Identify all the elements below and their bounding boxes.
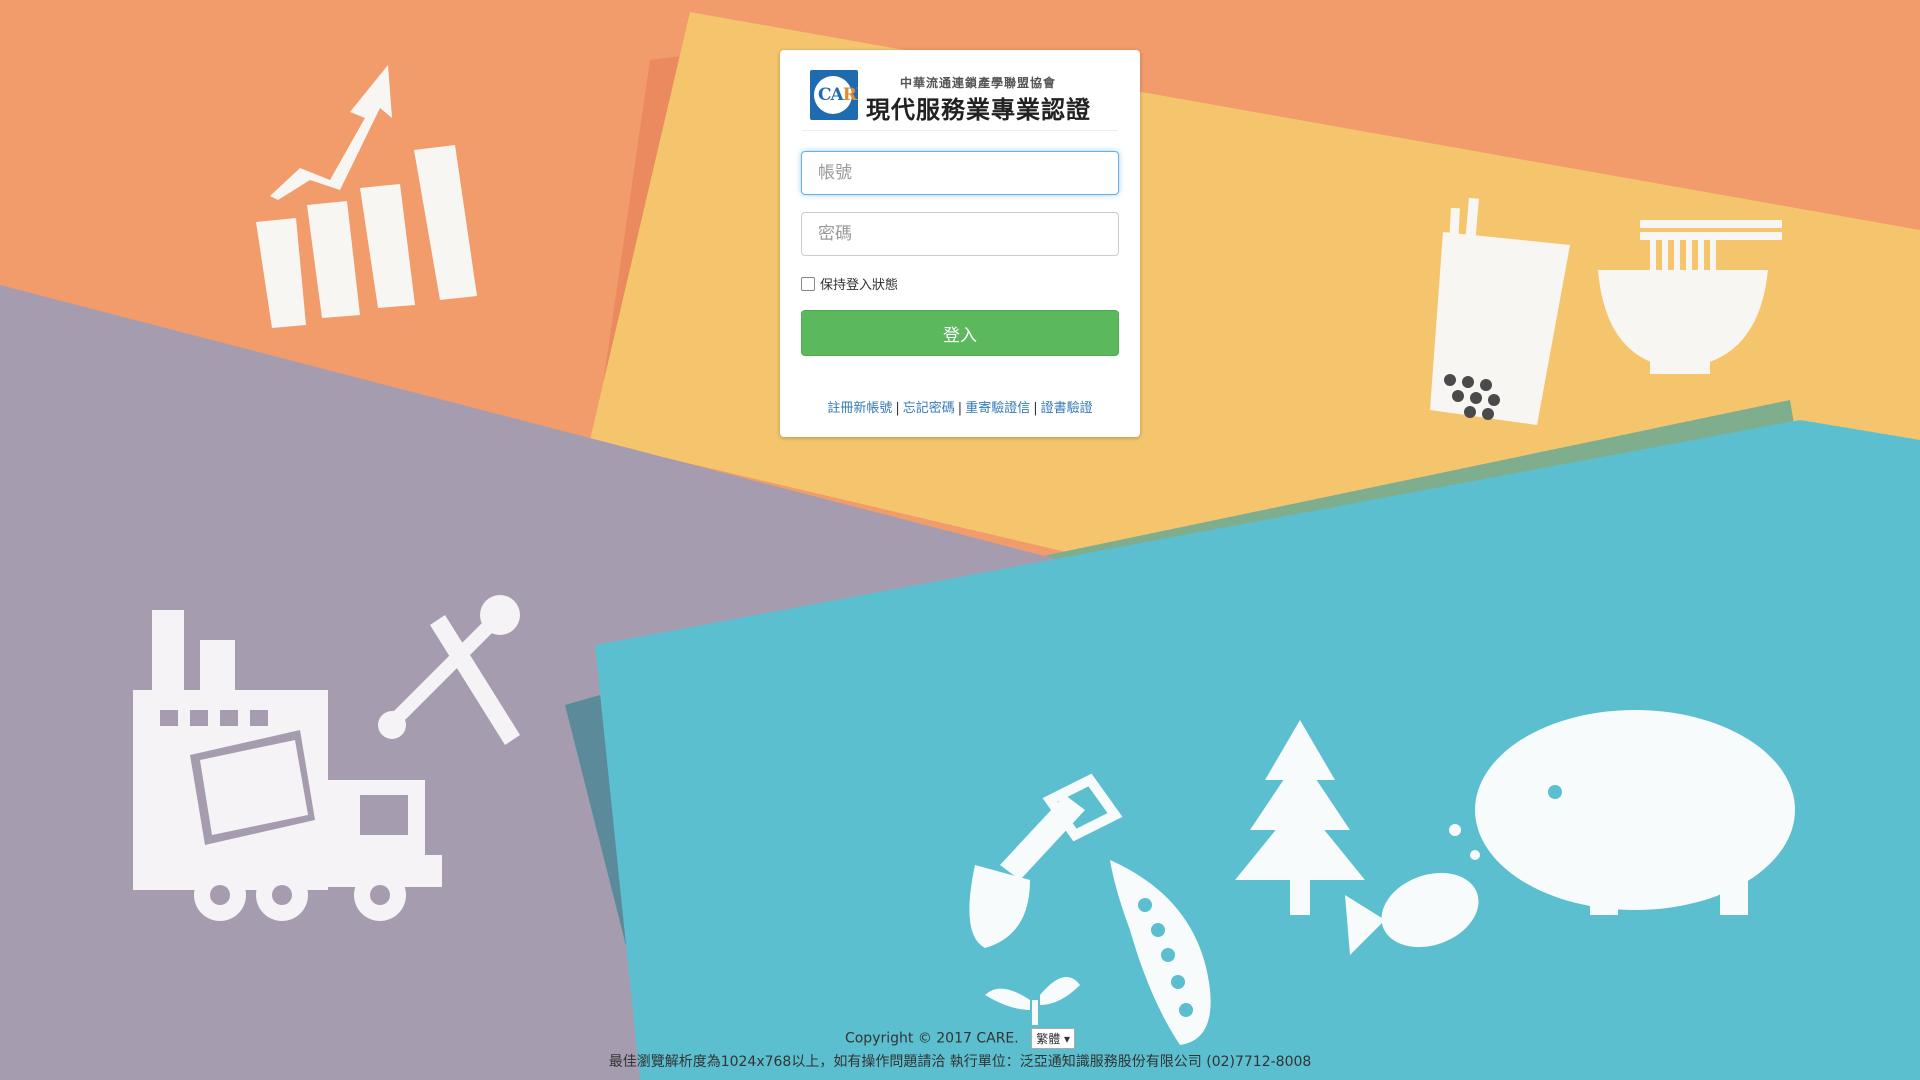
care-logo: CARE [810, 70, 858, 120]
account-links: 註冊新帳號 | 忘記密碼 | 重寄驗證信 | 證書驗證 [827, 401, 1093, 416]
footer-copyright-row: Copyright © 2017 CARE. 繁體 ▾ [0, 1028, 1920, 1049]
footer-info: 最佳瀏覽解析度為1024x768以上，如有操作問題請洽 執行單位：泛亞通知識服務… [608, 1054, 1312, 1070]
copyright-text: Copyright © 2017 CARE. [844, 1030, 1019, 1047]
remember-label: 保持登入狀態 [820, 278, 899, 293]
brand-header: CARE 中華流通連鎖產學聯盟協會 現代服務業專業認證 [810, 68, 1110, 128]
association-name: 中華流通連鎖產學聯盟協會 [900, 76, 1057, 90]
login-button[interactable]: 登入 [801, 310, 1119, 356]
language-select[interactable]: 繁體 ▾ [1031, 1028, 1076, 1049]
divider [802, 130, 1118, 131]
remember-me[interactable]: 保持登入狀態 [801, 274, 898, 293]
account-input[interactable] [801, 151, 1119, 195]
forgot-password-link[interactable]: 忘記密碼 [903, 401, 955, 416]
password-input[interactable] [801, 212, 1119, 256]
login-card: CARE 中華流通連鎖產學聯盟協會 現代服務業專業認證 保持登入狀態 登入 註冊… [780, 50, 1140, 437]
resend-verification-link[interactable]: 重寄驗證信 [965, 401, 1030, 416]
page-title: 現代服務業專業認證 [866, 96, 1091, 124]
certificate-verify-link[interactable]: 證書驗證 [1041, 401, 1093, 416]
register-link[interactable]: 註冊新帳號 [827, 401, 892, 416]
remember-checkbox[interactable] [801, 276, 815, 291]
